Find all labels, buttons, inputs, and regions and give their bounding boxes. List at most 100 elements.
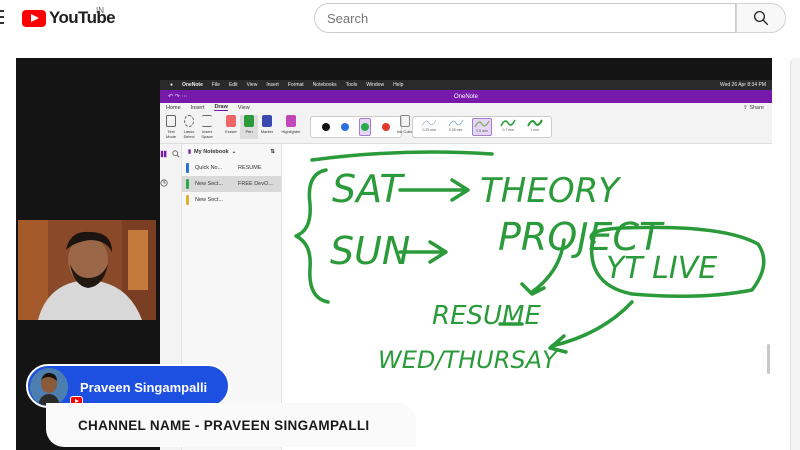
eraser-tool: Eraser xyxy=(222,115,240,139)
page-name: RESUME xyxy=(238,165,262,171)
ink-curly-brace xyxy=(294,168,330,304)
share-label: Share xyxy=(749,104,764,111)
pen-color-red xyxy=(382,123,391,131)
youtube-header: YouTube IN xyxy=(0,0,800,36)
highlighter-tool: Highlighter xyxy=(278,115,304,139)
stroke-size-label: 1 mm xyxy=(530,128,540,132)
search-input[interactable] xyxy=(315,4,735,32)
channel-name-text: CHANNEL NAME - PRAVEEN SINGAMPALLI xyxy=(78,417,370,433)
stroke-size-label: 0.5 mm xyxy=(476,129,488,133)
marker-icon xyxy=(262,115,272,127)
presenter-name-badge: Praveen Singampalli xyxy=(26,364,230,408)
ink-text-sat: SAT xyxy=(332,167,405,211)
stroke-size-palette: 0.25 mm 0.35 mm 0.5 mm 0.7 mm 1 mm xyxy=(412,116,552,138)
stroke-size-label: 0.35 mm xyxy=(448,128,463,132)
ink-color-icon xyxy=(400,115,410,127)
menubar-item-view: View xyxy=(246,82,258,88)
marker-tool: Marker xyxy=(258,115,276,139)
tool-label: Lasso Select xyxy=(183,129,195,139)
eraser-icon xyxy=(226,115,236,127)
tab-draw: Draw xyxy=(214,104,228,111)
shared-screen-window: ● OneNote File Edit View Insert Format N… xyxy=(160,80,772,450)
insert-space-tool: Insert Space xyxy=(198,115,216,139)
stroke-sample-icon xyxy=(448,119,464,127)
presenter-video-image xyxy=(18,220,156,320)
tool-label: Marker xyxy=(260,129,274,134)
onenote-title-bar: ↶ ↷ ⋯ OneNote xyxy=(160,90,772,103)
tab-view: View xyxy=(237,104,250,111)
lasso-icon xyxy=(184,115,194,127)
canvas-scrollbar xyxy=(767,344,770,374)
ink-color-label: Ink Color xyxy=(396,129,413,134)
tool-label: Pen xyxy=(245,129,253,134)
text-mode-tool: Text Mode xyxy=(162,115,180,139)
section-name: New Sect... xyxy=(195,197,224,203)
menubar-item-notebooks: Notebooks xyxy=(312,82,337,88)
section-item-selected: New Sect... FREE DevO... xyxy=(182,176,281,192)
menubar-item-window: Window xyxy=(366,82,385,88)
ink-text-resume: RESUME xyxy=(432,301,541,331)
pen-color-palette xyxy=(310,116,402,138)
stroke-size-option-selected: 0.5 mm xyxy=(471,118,492,136)
chevron-down-icon: ⌄ xyxy=(231,149,237,155)
mac-menu-bar: ● OneNote File Edit View Insert Format N… xyxy=(160,80,772,90)
video-player[interactable]: ● OneNote File Edit View Insert Format N… xyxy=(16,58,772,450)
insert-space-icon xyxy=(202,115,212,127)
pen-color-green-selected xyxy=(359,118,372,136)
onenote-window-title: OneNote xyxy=(453,93,478,100)
lasso-select-tool: Lasso Select xyxy=(180,115,198,139)
menubar-app-name: OneNote xyxy=(182,82,203,88)
tool-label: Insert Space xyxy=(201,129,213,139)
pen-color-green xyxy=(361,123,370,131)
ink-text-days: WED/THURSAY xyxy=(378,346,559,374)
search-icon xyxy=(753,10,769,26)
stroke-sample-icon xyxy=(500,119,516,127)
page-name: FREE DevO... xyxy=(238,181,273,187)
notebook-header: ▮ My Notebook ⌄ ⇅ xyxy=(182,144,281,160)
presenter-avatar xyxy=(30,368,68,406)
recent-notes-icon xyxy=(160,179,168,187)
search-button[interactable] xyxy=(736,3,786,33)
pen-icon xyxy=(244,115,254,127)
ink-text-sun: SUN xyxy=(330,229,410,273)
stroke-size-label: 0.7 mm xyxy=(502,128,515,132)
ink-text: SAT THEORY SUN PROJECT YT LIVE RESUME WE… xyxy=(330,167,717,374)
section-item: New Sect... xyxy=(182,192,281,208)
youtube-play-icon xyxy=(22,9,46,27)
country-code: IN xyxy=(96,6,104,15)
stroke-size-option: 0.25 mm xyxy=(419,118,439,136)
menubar-item-file: File xyxy=(211,82,220,88)
pen-color-black xyxy=(321,123,330,131)
tab-insert: Insert xyxy=(190,104,205,111)
menubar-item-help: Help xyxy=(393,82,404,88)
share-button: ⇪ Share xyxy=(743,104,764,111)
section-color-tab xyxy=(186,179,189,189)
tool-label: Highlighter xyxy=(281,129,301,134)
search-notes-icon xyxy=(172,150,180,158)
stroke-sample-icon xyxy=(422,119,437,127)
sidebar-edge xyxy=(790,58,800,450)
stroke-sample-icon xyxy=(474,120,490,128)
stroke-size-label: 0.25 mm xyxy=(422,128,437,132)
ink-top-line xyxy=(310,150,494,162)
menubar-clock: Wed 26 Apr 8:34 PM xyxy=(719,82,766,88)
search-box[interactable] xyxy=(314,3,736,33)
ink-text-theory: THEORY xyxy=(480,171,621,211)
sort-icon: ⇅ xyxy=(270,149,275,155)
ink-arrow-to-days xyxy=(548,300,634,354)
presenter-name: Praveen Singampalli xyxy=(80,380,208,395)
text-mode-icon xyxy=(166,115,176,127)
section-color-tab xyxy=(186,163,189,173)
undo-redo-icons: ↶ ↷ ⋯ xyxy=(168,94,188,100)
section-item: Quick No... RESUME xyxy=(182,160,281,176)
ink-arrow-1 xyxy=(398,178,470,202)
section-color-tab xyxy=(186,195,189,205)
apple-icon: ● xyxy=(170,82,174,88)
stroke-sample-icon xyxy=(526,119,543,127)
section-name: New Sect... xyxy=(195,181,224,187)
tab-home: Home xyxy=(166,104,181,111)
stroke-size-option: 0.35 mm xyxy=(446,118,466,136)
guide-menu-icon[interactable] xyxy=(0,10,6,26)
highlighter-icon xyxy=(286,115,296,127)
pen-color-blue xyxy=(340,123,349,131)
